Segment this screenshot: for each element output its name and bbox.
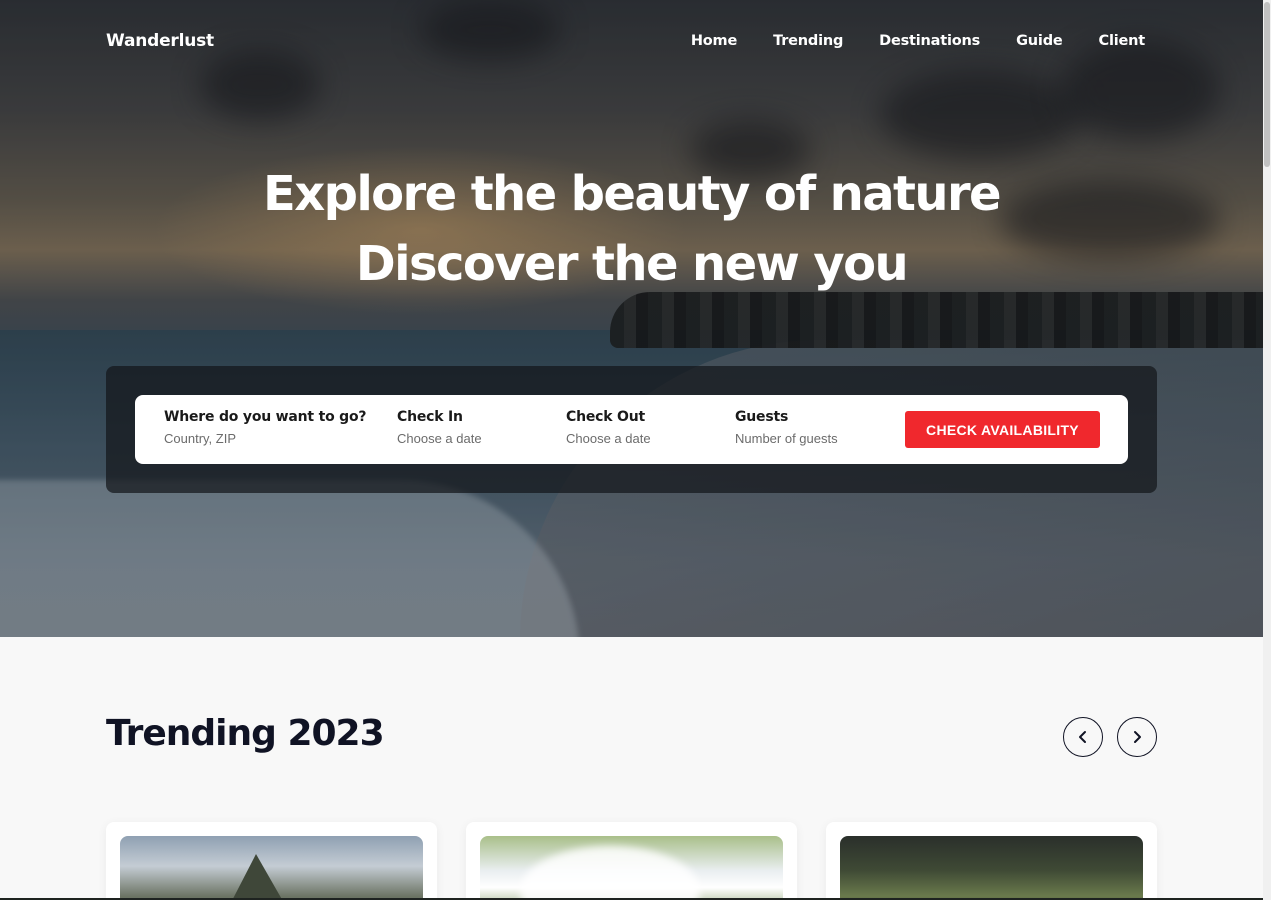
hero-headline: Explore the beauty of nature Discover th…	[0, 163, 1263, 303]
destination-input[interactable]: Country, ZIP	[164, 431, 366, 446]
trending-card[interactable]	[466, 822, 797, 900]
mountain-peak	[220, 854, 296, 900]
page-scrollbar[interactable]	[1263, 0, 1271, 900]
guests-field[interactable]: Guests Number of guests	[735, 409, 838, 446]
scrollbar-thumb[interactable]	[1264, 2, 1270, 167]
guests-input[interactable]: Number of guests	[735, 431, 838, 446]
hero-section: Wanderlust Home Trending Destinations Gu…	[0, 0, 1263, 637]
check-in-input[interactable]: Choose a date	[397, 431, 482, 446]
check-in-label: Check In	[397, 409, 463, 425]
search-panel: Where do you want to go? Country, ZIP Ch…	[106, 366, 1157, 493]
trending-title: Trending 2023	[106, 713, 385, 754]
nav-destinations[interactable]: Destinations	[879, 33, 980, 49]
trending-card[interactable]	[106, 822, 437, 900]
nav-trending[interactable]: Trending	[773, 33, 843, 49]
waterfall-mist	[520, 846, 700, 900]
nav-client[interactable]: Client	[1099, 33, 1146, 49]
check-out-label: Check Out	[566, 409, 645, 425]
carousel-prev-button[interactable]	[1063, 717, 1103, 757]
check-out-input[interactable]: Choose a date	[566, 431, 651, 446]
nav-home[interactable]: Home	[691, 33, 737, 49]
destination-label: Where do you want to go?	[164, 409, 367, 425]
check-out-field[interactable]: Check Out Choose a date	[566, 409, 651, 446]
search-form: Where do you want to go? Country, ZIP Ch…	[135, 395, 1128, 464]
brand-logo[interactable]: Wanderlust	[106, 31, 214, 51]
chevron-right-icon	[1134, 731, 1141, 743]
trending-card[interactable]	[826, 822, 1157, 900]
chevron-left-icon	[1079, 731, 1086, 743]
trending-card-image	[120, 836, 423, 900]
main-nav: Home Trending Destinations Guide Client	[655, 33, 1145, 49]
check-availability-button[interactable]: CHECK AVAILABILITY	[905, 411, 1100, 448]
trending-card-image	[840, 836, 1143, 900]
nav-guide[interactable]: Guide	[1016, 33, 1063, 49]
hero-overlay	[0, 0, 1263, 637]
trending-card-image	[480, 836, 783, 900]
check-in-field[interactable]: Check In Choose a date	[397, 409, 482, 446]
hero-line-2: Discover the new you	[355, 236, 909, 292]
guests-label: Guests	[735, 409, 789, 425]
hero-line-1: Explore the beauty of nature	[263, 166, 1002, 222]
carousel-next-button[interactable]	[1117, 717, 1157, 757]
destination-field[interactable]: Where do you want to go? Country, ZIP	[164, 409, 367, 446]
